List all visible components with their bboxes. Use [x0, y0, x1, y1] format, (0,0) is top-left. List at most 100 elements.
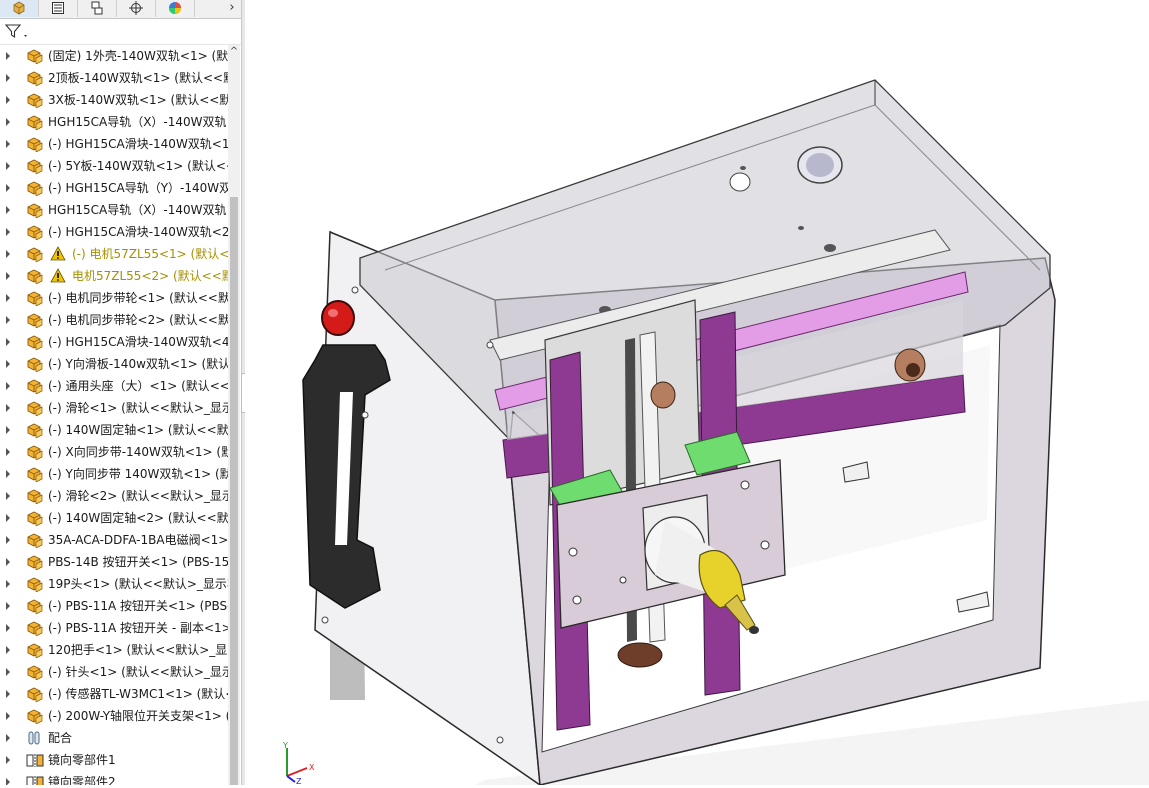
- tree-item[interactable]: (-) 电机57ZL55<1> (默认<<: [0, 243, 228, 265]
- graphics-viewport[interactable]: Y X Z: [245, 0, 1149, 787]
- expand-arrow-icon[interactable]: [6, 272, 10, 280]
- tree-item[interactable]: (-) 针头<1> (默认<<默认>_显示: [0, 661, 228, 683]
- tree-item-label: (-) 滑轮<1> (默认<<默认>_显示: [48, 401, 228, 415]
- expand-arrow-icon[interactable]: [6, 448, 10, 456]
- part-icon: [27, 115, 43, 130]
- expand-arrow-icon[interactable]: [6, 690, 10, 698]
- tree-scrollbar[interactable]: ^: [228, 45, 240, 785]
- featuremanager-tab[interactable]: [0, 0, 39, 17]
- expand-arrow-icon[interactable]: [6, 162, 10, 170]
- tree-item-label: HGH15CA导轨（X）-140W双轨: [48, 203, 227, 217]
- tree-item[interactable]: HGH15CA导轨（X）-140W双轨: [0, 111, 228, 133]
- expand-arrow-icon[interactable]: [6, 118, 10, 126]
- tree-item[interactable]: (-) PBS-11A 按钮开关 - 副本<1>: [0, 617, 228, 639]
- expand-arrow-icon[interactable]: [6, 96, 10, 104]
- tree-item-label: (-) 200W-Y轴限位开关支架<1> (: [48, 709, 228, 723]
- expand-arrow-icon[interactable]: [6, 250, 10, 258]
- property-manager-tab[interactable]: [39, 0, 78, 17]
- tree-item[interactable]: (-) HGH15CA导轨（Y）-140W双: [0, 177, 228, 199]
- tree-item-label: PBS-14B 按钮开关<1> (PBS-15A: [48, 555, 228, 569]
- tree-item[interactable]: (-) HGH15CA滑块-140W双轨<2: [0, 221, 228, 243]
- expand-arrow-icon[interactable]: [6, 602, 10, 610]
- expand-arrow-icon[interactable]: [6, 756, 10, 764]
- expand-arrow-icon[interactable]: [6, 514, 10, 522]
- scroll-up-arrow[interactable]: ^: [228, 45, 240, 59]
- expand-arrow-icon[interactable]: [6, 426, 10, 434]
- tree-item[interactable]: 35A-ACA-DDFA-1BA电磁阀<1>: [0, 529, 228, 551]
- expand-arrow-icon[interactable]: [6, 228, 10, 236]
- tree-item[interactable]: 3X板-140W双轨<1> (默认<<默: [0, 89, 228, 111]
- tree-item-label: 配合: [48, 731, 73, 745]
- scroll-thumb[interactable]: [230, 197, 238, 785]
- more-tabs-arrow[interactable]: ›: [225, 0, 239, 17]
- expand-arrow-icon[interactable]: [6, 140, 10, 148]
- expand-arrow-icon[interactable]: [6, 338, 10, 346]
- tree-filter[interactable]: [4, 22, 44, 42]
- part-icon: [27, 599, 43, 614]
- expand-arrow-icon[interactable]: [6, 558, 10, 566]
- tree-item[interactable]: (-) Y向滑板-140w双轨<1> (默认: [0, 353, 228, 375]
- tree-item[interactable]: (-) 滑轮<1> (默认<<默认>_显示: [0, 397, 228, 419]
- tree-item-label: 镜向零部件2: [48, 775, 116, 785]
- tree-item[interactable]: (-) 滑轮<2> (默认<<默认>_显示: [0, 485, 228, 507]
- expand-arrow-icon[interactable]: [6, 712, 10, 720]
- part-icon: [27, 401, 43, 416]
- expand-arrow-icon[interactable]: [6, 206, 10, 214]
- tree-item[interactable]: (-) Y向同步带 140W双轨<1> (默: [0, 463, 228, 485]
- tree-item[interactable]: 镜向零部件1: [0, 749, 228, 771]
- part-icon: [27, 291, 43, 306]
- tree-item-label: (-) Y向滑板-140w双轨<1> (默认: [48, 357, 228, 371]
- expand-arrow-icon[interactable]: [6, 360, 10, 368]
- expand-arrow-icon[interactable]: [6, 404, 10, 412]
- display-manager-tab[interactable]: [156, 0, 195, 17]
- tree-item[interactable]: (-) 传感器TL-W3MC1<1> (默认<: [0, 683, 228, 705]
- panel-tab-bar: ›: [0, 0, 241, 19]
- view-triad: Y X Z: [281, 741, 321, 787]
- expand-arrow-icon[interactable]: [6, 624, 10, 632]
- assembly-model: [302, 79, 1149, 787]
- tree-item[interactable]: 19P头<1> (默认<<默认>_显示状: [0, 573, 228, 595]
- tree-item[interactable]: 配合: [0, 727, 228, 749]
- tree-item[interactable]: (-) 通用头座（大）<1> (默认<<: [0, 375, 228, 397]
- expand-arrow-icon[interactable]: [6, 734, 10, 742]
- tree-item[interactable]: (-) 200W-Y轴限位开关支架<1> (: [0, 705, 228, 727]
- tree-item[interactable]: (-) PBS-11A 按钮开关<1> (PBS-: [0, 595, 228, 617]
- expand-arrow-icon[interactable]: [6, 470, 10, 478]
- tree-item[interactable]: 电机57ZL55<2> (默认<<默: [0, 265, 228, 287]
- expand-arrow-icon[interactable]: [6, 294, 10, 302]
- part-icon: [27, 357, 43, 372]
- tree-item-label: (-) 通用头座（大）<1> (默认<<: [48, 379, 228, 393]
- tree-item[interactable]: (-) 140W固定轴<2> (默认<<默认: [0, 507, 228, 529]
- tree-item[interactable]: (-) HGH15CA滑块-140W双轨<1: [0, 133, 228, 155]
- tree-item[interactable]: HGH15CA导轨（X）-140W双轨: [0, 199, 228, 221]
- tree-item-label: (-) 140W固定轴<1> (默认<<默认: [48, 423, 228, 437]
- tree-item[interactable]: (-) 电机同步带轮<1> (默认<<默: [0, 287, 228, 309]
- expand-arrow-icon[interactable]: [6, 646, 10, 654]
- tree-item[interactable]: (-) X向同步带-140W双轨<1> (默: [0, 441, 228, 463]
- expand-arrow-icon[interactable]: [6, 184, 10, 192]
- expand-arrow-icon[interactable]: [6, 492, 10, 500]
- expand-arrow-icon[interactable]: [6, 382, 10, 390]
- expand-arrow-icon[interactable]: [6, 74, 10, 82]
- expand-arrow-icon[interactable]: [6, 668, 10, 676]
- expand-arrow-icon[interactable]: [6, 580, 10, 588]
- tree-item[interactable]: (固定) 1外壳-140W双轨<1> (默认: [0, 45, 228, 67]
- tree-item[interactable]: PBS-14B 按钮开关<1> (PBS-15A: [0, 551, 228, 573]
- tree-item-label: 3X板-140W双轨<1> (默认<<默: [48, 93, 228, 107]
- tree-item[interactable]: 120把手<1> (默认<<默认>_显示: [0, 639, 228, 661]
- tree-item[interactable]: (-) 5Y板-140W双轨<1> (默认<<: [0, 155, 228, 177]
- tree-item[interactable]: (-) 140W固定轴<1> (默认<<默认: [0, 419, 228, 441]
- dimxpert-tab[interactable]: [117, 0, 156, 17]
- tree-item[interactable]: 镜向零部件2: [0, 771, 228, 785]
- configuration-manager-tab[interactable]: [78, 0, 117, 17]
- tree-item[interactable]: (-) 电机同步带轮<2> (默认<<默: [0, 309, 228, 331]
- tree-item-label: 电机57ZL55<2> (默认<<默: [72, 269, 228, 283]
- tree-item-label: (-) 5Y板-140W双轨<1> (默认<<: [48, 159, 228, 173]
- tree-item-label: 镜向零部件1: [48, 753, 116, 767]
- tree-item[interactable]: 2顶板-140W双轨<1> (默认<<默: [0, 67, 228, 89]
- expand-arrow-icon[interactable]: [6, 316, 10, 324]
- expand-arrow-icon[interactable]: [6, 778, 10, 785]
- tree-item[interactable]: (-) HGH15CA滑块-140W双轨<4: [0, 331, 228, 353]
- expand-arrow-icon[interactable]: [6, 536, 10, 544]
- expand-arrow-icon[interactable]: [6, 52, 10, 60]
